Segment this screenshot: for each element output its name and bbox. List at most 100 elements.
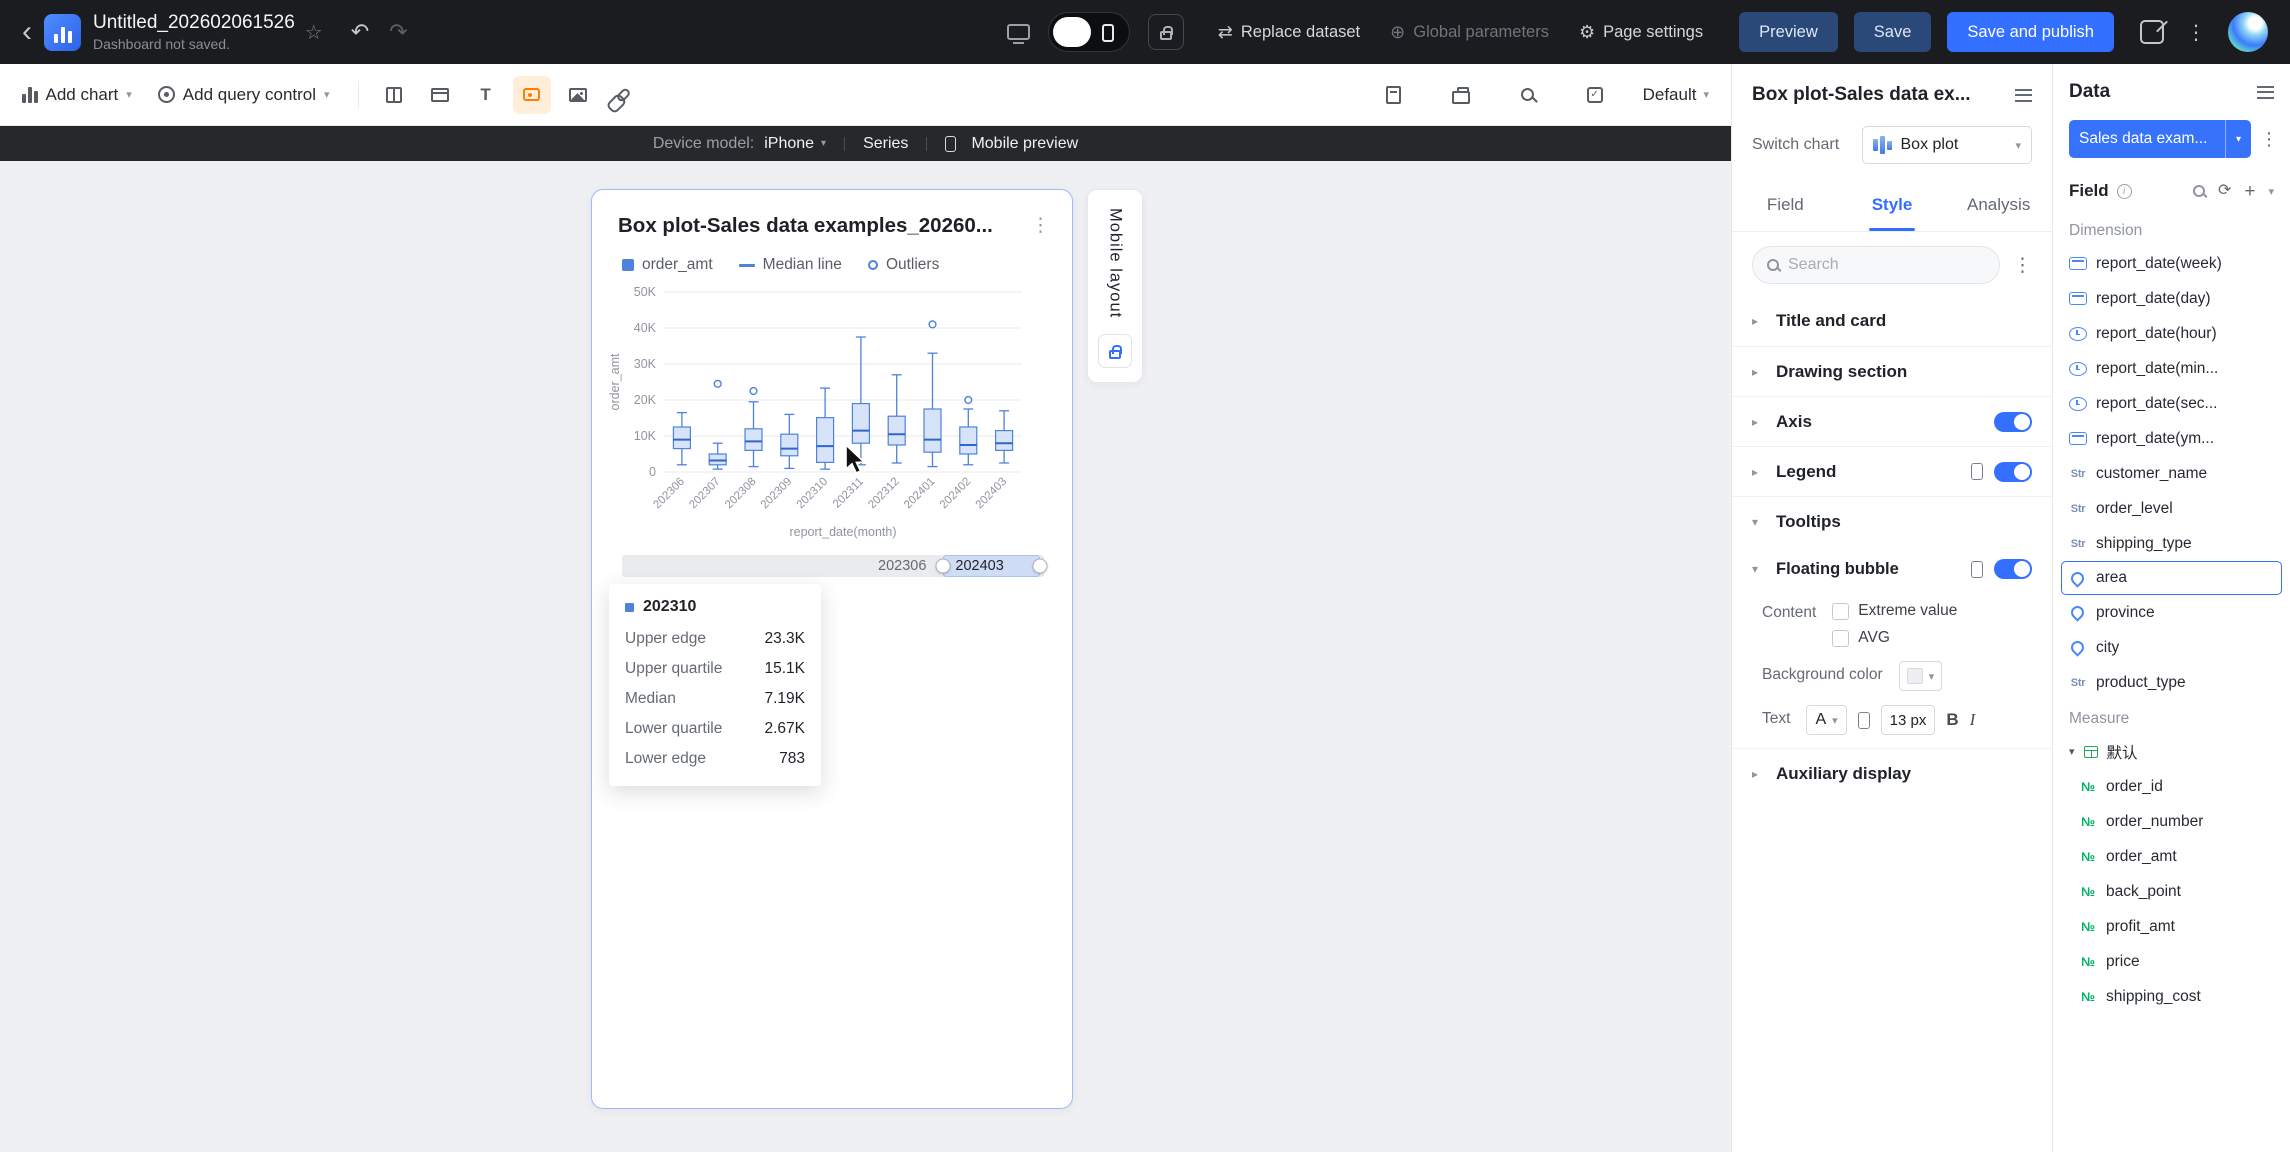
checkbox-icon[interactable] (1832, 629, 1850, 647)
dashboard-canvas[interactable]: Box plot-Sales data examples_20260... ⋮ … (0, 161, 1731, 1152)
dimension-field-item[interactable]: report_date(sec... (2053, 386, 2290, 421)
save-and-publish-button[interactable]: Save and publish (1947, 12, 2114, 52)
insert-image-button[interactable] (559, 76, 597, 114)
dimension-field-item[interactable]: report_date(ym... (2053, 421, 2290, 456)
legend-toggle[interactable] (1994, 461, 2032, 482)
avg-checkbox[interactable]: AVG (1832, 629, 1957, 647)
background-color-dropdown[interactable]: ▾ (1898, 661, 1943, 691)
section-legend[interactable]: ▸ Legend (1732, 446, 2052, 496)
checkbox-icon[interactable] (1832, 602, 1850, 620)
dimension-field-item[interactable]: report_date(hour) (2053, 316, 2290, 351)
measure-field-item[interactable]: order_number (2053, 804, 2290, 839)
layout-lock-button[interactable] (1098, 334, 1132, 369)
add-field-icon[interactable]: + (2244, 182, 2255, 201)
dataset-dropdown-icon[interactable]: ▾ (2225, 120, 2251, 158)
data-zoom-slider[interactable]: 202306 202403 (622, 555, 1048, 577)
undo-icon[interactable]: ↶ (351, 19, 369, 45)
font-color-dropdown[interactable]: A ▾ (1806, 705, 1847, 735)
device-series-dropdown[interactable]: Series (863, 135, 908, 153)
dimension-field-item[interactable]: shipping_type (2053, 526, 2290, 561)
measure-field-item[interactable]: back_point (2053, 874, 2290, 909)
explore-button[interactable] (1509, 76, 1547, 114)
add-query-control-button[interactable]: Add query control ▾ (157, 85, 330, 105)
axis-toggle[interactable] (1994, 411, 2032, 432)
slider-handle-right[interactable] (1032, 558, 1048, 574)
panel-menu-icon[interactable] (2015, 88, 2032, 102)
dimension-field-item[interactable]: report_date(week) (2053, 246, 2290, 281)
desktop-mobile-toggle[interactable] (1047, 12, 1130, 52)
favorite-star-icon[interactable]: ☆ (305, 20, 323, 45)
insert-link-button[interactable] (605, 76, 643, 114)
insert-media-button[interactable] (512, 75, 551, 114)
chevron-down-icon[interactable]: ▾ (2268, 185, 2274, 198)
dataset-more-icon[interactable]: ⋮ (2260, 129, 2278, 150)
floating-bubble-row[interactable]: ▾ Floating bubble (1732, 546, 2052, 592)
add-chart-button[interactable]: Add chart ▾ (22, 85, 132, 105)
font-size-box[interactable]: 13 px (1880, 705, 1936, 735)
replace-dataset-button[interactable]: ⇄ Replace dataset (1218, 22, 1360, 43)
page-settings-button[interactable]: ⚙ Page settings (1579, 22, 1703, 43)
mobile-layout-tab[interactable]: Mobile layout (1087, 189, 1143, 384)
legend-item[interactable]: Outliers (867, 256, 939, 274)
dimension-field-item[interactable]: product_type (2053, 665, 2290, 700)
dimension-field-item[interactable]: area (2061, 561, 2282, 595)
panel-menu-icon[interactable] (2257, 85, 2274, 99)
topbar: ‹ Untitled_202602061526 Dashboard not sa… (0, 0, 2290, 64)
measure-field-item[interactable]: shipping_cost (2053, 979, 2290, 1014)
dimension-field-item[interactable]: province (2053, 595, 2290, 630)
tab-analysis[interactable]: Analysis (1945, 178, 2052, 231)
dataset-selector[interactable]: Sales data exam... ▾ (2069, 120, 2251, 158)
section-drawing[interactable]: ▸ Drawing section (1732, 346, 2052, 396)
dimension-field-item[interactable]: customer_name (2053, 456, 2290, 491)
measure-field-item[interactable]: order_id (2053, 769, 2290, 804)
insert-columns-button[interactable] (375, 76, 413, 114)
bold-button[interactable]: B (1946, 710, 1958, 730)
floating-bubble-toggle[interactable] (1994, 559, 2032, 579)
mobile-preview-button[interactable]: Mobile preview (945, 135, 1078, 153)
tab-field[interactable]: Field (1732, 178, 1839, 231)
redo-icon[interactable]: ↷ (389, 19, 407, 45)
section-auxiliary-display[interactable]: ▸ Auxiliary display (1732, 748, 2052, 798)
desktop-monitor-icon[interactable] (1006, 24, 1030, 44)
section-tooltips[interactable]: ▾ Tooltips (1732, 496, 2052, 546)
toolbox-button[interactable] (1442, 76, 1480, 114)
dimension-field-item[interactable]: city (2053, 630, 2290, 665)
lock-badge-button[interactable] (1147, 14, 1184, 50)
section-axis[interactable]: ▸ Axis (1732, 396, 2052, 446)
global-parameters-button[interactable]: ⊕ Global parameters (1390, 22, 1549, 43)
user-avatar[interactable] (2228, 12, 2268, 52)
measure-field-item[interactable]: price (2053, 944, 2290, 979)
insert-tab-button[interactable] (421, 76, 459, 114)
chart-type-dropdown[interactable]: Box plot ▾ (1862, 126, 2032, 164)
preview-button[interactable]: Preview (1739, 12, 1838, 52)
dimension-field-item[interactable]: report_date(min... (2053, 351, 2290, 386)
style-search-box[interactable] (1752, 246, 2000, 284)
save-button[interactable]: Save (1853, 12, 1932, 52)
device-model-dropdown[interactable]: iPhone ▾ (764, 135, 826, 153)
notes-button[interactable] (1375, 76, 1413, 114)
dimension-field-item[interactable]: order_level (2053, 491, 2290, 526)
refresh-icon[interactable]: ⟳ (2218, 183, 2231, 199)
section-title-and-card[interactable]: ▸ Title and card (1732, 296, 2052, 346)
extreme-value-checkbox[interactable]: Extreme value (1832, 602, 1957, 620)
back-icon[interactable]: ‹ (22, 17, 32, 47)
dimension-field-item[interactable]: report_date(day) (2053, 281, 2290, 316)
search-icon[interactable] (2192, 185, 2205, 197)
share-edit-icon[interactable] (2140, 20, 2164, 44)
measure-field-item[interactable]: profit_amt (2053, 909, 2290, 944)
insert-text-button[interactable]: T (467, 76, 505, 114)
italic-button[interactable]: I (1970, 710, 1976, 730)
legend-item[interactable]: order_amt (622, 256, 713, 274)
boxplot-chart[interactable]: 0 10K 20K 30K 40K 50K order_amt 202306 202307 202… (592, 274, 1072, 547)
measure-field-item[interactable]: order_amt (2053, 839, 2290, 874)
measure-folder-row[interactable]: ▾ 默认 (2053, 734, 2290, 769)
search-more-icon[interactable]: ⋮ (2013, 254, 2032, 277)
more-menu-icon[interactable]: ⋮ (2186, 20, 2206, 45)
chart-card-menu-icon[interactable]: ⋮ (1031, 214, 1050, 237)
tab-style[interactable]: Style (1839, 178, 1946, 231)
todo-button[interactable]: ✓ (1576, 76, 1614, 114)
legend-item[interactable]: Median line (738, 256, 842, 274)
theme-default-dropdown[interactable]: Default ▾ (1643, 85, 1709, 105)
style-search-input[interactable] (1788, 256, 1985, 274)
slider-handle-left[interactable] (935, 558, 951, 574)
